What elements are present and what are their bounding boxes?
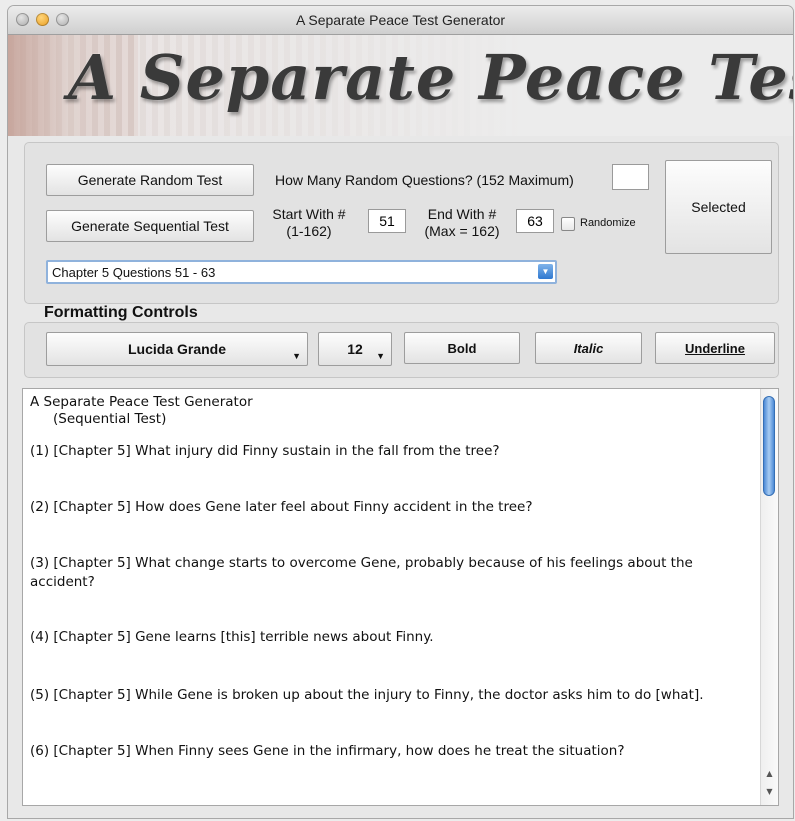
question-5: (5) [Chapter 5] While Gene is broken up … [30, 687, 704, 703]
test-output-textarea[interactable]: A Separate Peace Test Generator (Sequent… [22, 388, 779, 806]
chevron-down-icon: ▼ [292, 351, 301, 361]
title-bar: A Separate Peace Test Generator [8, 6, 793, 35]
scroll-down-arrow-icon[interactable]: ▼ [763, 785, 776, 799]
banner: A Separate Peace Test Generator [8, 35, 793, 136]
document-heading: A Separate Peace Test Generator [30, 394, 253, 410]
generate-random-test-button[interactable]: Generate Random Test [46, 164, 254, 196]
document-subheading: (Sequential Test) [53, 411, 167, 427]
font-name-value: Lucida Grande [127, 341, 227, 357]
end-with-input[interactable]: 63 [516, 209, 554, 233]
start-with-input[interactable]: 51 [368, 209, 406, 233]
question-2: (2) [Chapter 5] How does Gene later feel… [30, 499, 533, 515]
underline-button[interactable]: Underline [655, 332, 775, 364]
font-name-popup[interactable]: Lucida Grande ▼ [46, 332, 308, 366]
start-with-label: Start With # (1-162) [272, 206, 346, 239]
font-size-popup[interactable]: 12 ▼ [318, 332, 392, 366]
bold-button[interactable]: Bold [404, 332, 520, 364]
vertical-scrollbar[interactable]: ▲ ▼ [760, 389, 778, 805]
generate-sequential-test-button[interactable]: Generate Sequential Test [46, 210, 254, 242]
chevron-down-icon[interactable]: ▼ [538, 264, 553, 279]
chevron-down-icon: ▼ [376, 351, 385, 361]
banner-title: A Separate Peace Test Generator [68, 41, 793, 114]
scrollbar-thumb[interactable] [763, 396, 775, 496]
formatting-controls-title: Formatting Controls [44, 304, 198, 321]
randomize-checkbox[interactable] [561, 217, 575, 231]
italic-button[interactable]: Italic [535, 332, 642, 364]
window-title: A Separate Peace Test Generator [295, 12, 506, 28]
question-1: (1) [Chapter 5] What injury did Finny su… [30, 443, 500, 459]
question-4: (4) [Chapter 5] Gene learns [this] terri… [30, 629, 434, 645]
randomize-label: Randomize [580, 217, 636, 229]
question-3: (3) [Chapter 5] What change starts to ov… [30, 555, 693, 590]
app-window: A Separate Peace Test Generator A Separa… [8, 6, 793, 818]
scroll-up-arrow-icon[interactable]: ▲ [763, 767, 776, 781]
question-6: (6) [Chapter 5] When Finny sees Gene in … [30, 743, 625, 759]
chapter-select[interactable]: Chapter 5 Questions 51 - 63 ▼ [46, 260, 557, 284]
chapter-select-value: Chapter 5 Questions 51 - 63 [52, 264, 216, 280]
random-count-input[interactable] [612, 164, 649, 190]
selected-button[interactable]: Selected [665, 160, 772, 254]
end-with-label: End With # (Max = 162) [424, 206, 500, 239]
random-count-label: How Many Random Questions? (152 Maximum) [275, 172, 574, 188]
font-size-value: 12 [347, 341, 363, 357]
